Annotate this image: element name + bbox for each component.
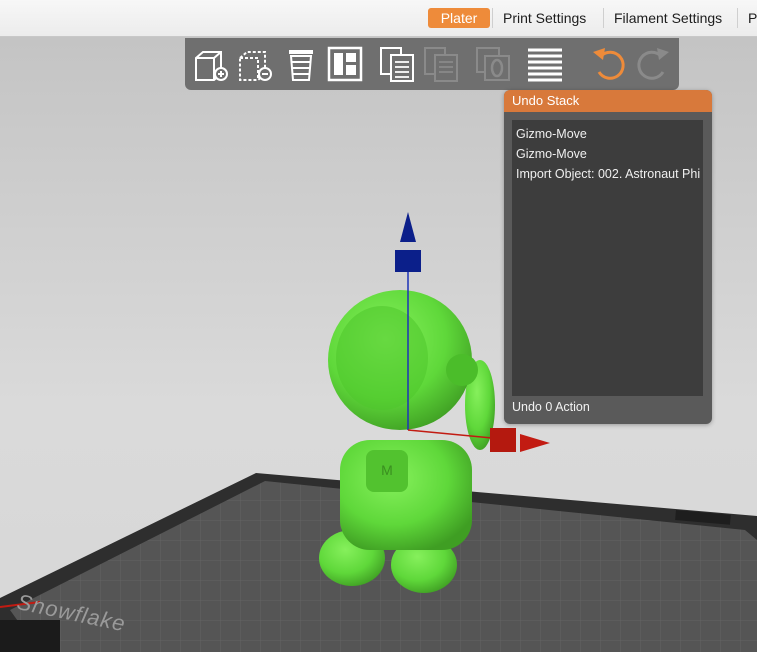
copy-icon [380, 47, 414, 82]
plater-toolbar [185, 38, 679, 90]
z-axis-handle[interactable] [395, 250, 421, 272]
add-object-button[interactable] [191, 44, 231, 84]
undo-icon [593, 48, 625, 80]
remove-object-button[interactable] [235, 44, 275, 84]
delete-all-icon [289, 50, 313, 81]
arrange-icon [327, 46, 363, 82]
redo-button[interactable] [633, 44, 673, 84]
undo-stack-item[interactable]: Import Object: 002. Astronaut Phi [512, 164, 703, 184]
undo-stack-item[interactable]: Gizmo-Move [512, 144, 703, 164]
instance-button[interactable] [473, 44, 513, 84]
undo-action-count[interactable]: Undo 0 Action [512, 400, 590, 414]
undo-button[interactable] [589, 44, 629, 84]
svg-text:M: M [381, 462, 393, 478]
add-object-icon [195, 51, 228, 81]
copy-button[interactable] [377, 44, 417, 84]
delete-all-button[interactable] [281, 44, 321, 84]
undo-stack-item[interactable]: Gizmo-Move [512, 124, 703, 144]
paste-button[interactable] [421, 44, 461, 84]
x-axis-arrow[interactable] [520, 434, 550, 452]
instance-icon [476, 47, 510, 81]
tab-printer-settings[interactable]: P [737, 8, 757, 28]
tab-filament-settings[interactable]: Filament Settings [603, 8, 737, 28]
layers-icon [528, 48, 562, 82]
remove-object-icon [239, 51, 272, 81]
layers-button[interactable] [525, 44, 565, 84]
arrange-button[interactable] [325, 44, 365, 84]
tab-plater[interactable]: Plater [428, 8, 490, 28]
undo-stack-title: Undo Stack [504, 90, 712, 112]
paste-icon [424, 47, 458, 82]
redo-icon [637, 48, 669, 80]
undo-stack-panel: Undo Stack Gizmo-Move Gizmo-Move Import … [504, 90, 712, 424]
tab-bar: Plater Print Settings Filament Settings … [0, 0, 757, 37]
z-axis-arrow[interactable] [400, 212, 416, 242]
undo-stack-list[interactable]: Gizmo-Move Gizmo-Move Import Object: 002… [512, 120, 703, 396]
x-axis-handle[interactable] [490, 428, 516, 452]
tab-print-settings[interactable]: Print Settings [492, 8, 603, 28]
